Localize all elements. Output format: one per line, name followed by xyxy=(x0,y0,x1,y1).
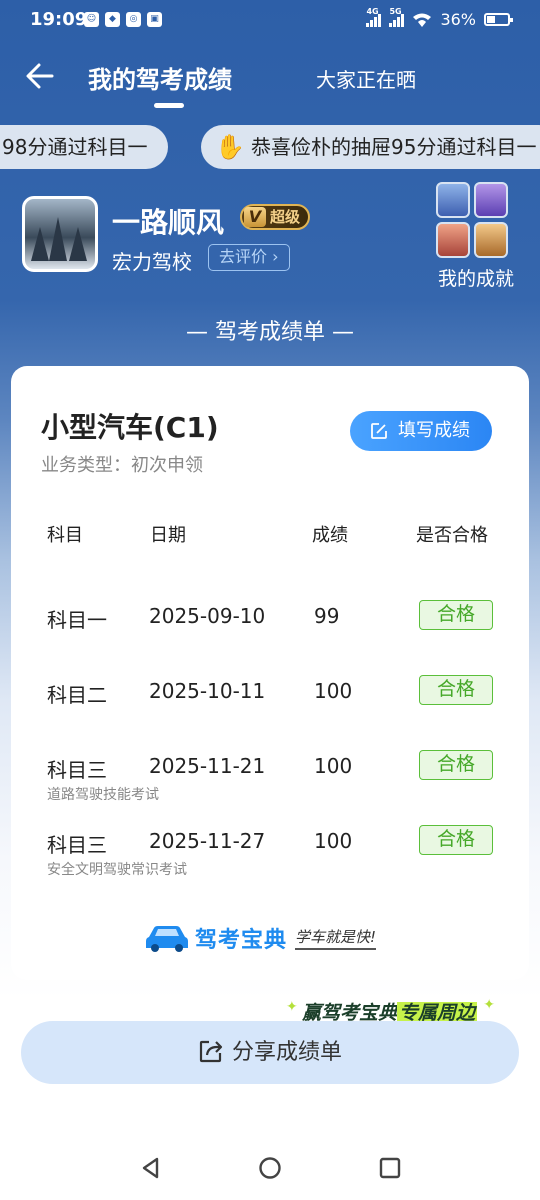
pass-badge: 合格 xyxy=(419,600,493,630)
my-achievements-button[interactable]: 我的成就 xyxy=(430,182,522,291)
row-subject: 科目二 xyxy=(47,683,107,707)
signal-5g-icon: 5G xyxy=(389,7,405,27)
achievement-medals xyxy=(434,182,510,260)
status-indicators: 4G 5G 36% xyxy=(366,7,513,29)
score-row: 科目二 2025-10-11 100 合格 xyxy=(11,675,529,739)
brand-name: 驾考宝典 xyxy=(195,928,288,953)
row-score: 100 xyxy=(314,754,353,778)
pass-badge: 合格 xyxy=(419,750,493,780)
back-arrow-icon[interactable] xyxy=(24,60,56,92)
sparkle-icon: ✦ xyxy=(286,999,298,1015)
tab-everyone-sharing[interactable]: 大家正在晒 xyxy=(316,64,416,93)
ticker-item: 98分通过科目一 xyxy=(0,125,168,169)
driving-school-name: 宏力驾校 xyxy=(112,250,192,274)
vip-level: 超级 xyxy=(270,208,301,226)
battery-percent: 36% xyxy=(440,10,476,29)
nav-back-icon[interactable] xyxy=(139,1156,163,1180)
medal-icon xyxy=(436,222,470,258)
column-header-score: 成绩 xyxy=(312,525,348,546)
score-row: 科目一 2025-09-10 99 合格 xyxy=(11,600,529,664)
row-date: 2025-10-11 xyxy=(149,679,266,703)
brand-slogan: 学车就是快! xyxy=(295,926,377,950)
tab-indicator xyxy=(154,103,184,108)
column-header-date: 日期 xyxy=(150,525,186,546)
achievements-label: 我的成就 xyxy=(437,268,514,290)
row-date: 2025-11-21 xyxy=(149,754,266,778)
rate-button-label: 去评价 xyxy=(219,247,268,266)
signal-4g-icon: 4G xyxy=(366,7,382,27)
chevron-right-icon: › xyxy=(267,247,279,266)
column-header-subject: 科目 xyxy=(47,525,83,546)
share-score-button[interactable]: 分享成绩单 xyxy=(21,1021,519,1084)
fill-score-button[interactable]: 填写成绩 xyxy=(350,411,492,451)
row-score: 100 xyxy=(314,679,353,703)
row-date: 2025-09-10 xyxy=(149,604,266,628)
row-note: 道路驾驶技能考试 xyxy=(47,787,159,803)
row-subject: 科目三 xyxy=(47,833,107,857)
pass-badge: 合格 xyxy=(419,675,493,705)
app-notification-icon: ☺ xyxy=(84,12,99,27)
row-score: 99 xyxy=(314,604,340,628)
sparkle-icon: ✦ xyxy=(483,997,496,1013)
row-note: 安全文明驾驶常识考试 xyxy=(47,862,187,878)
column-header-pass: 是否合格 xyxy=(416,525,488,546)
avatar[interactable] xyxy=(22,196,98,272)
medal-icon xyxy=(474,222,508,258)
business-type: 业务类型：初次申领 xyxy=(41,455,203,476)
clapping-hands-icon: ✋ xyxy=(215,133,245,161)
medal-icon xyxy=(436,182,470,218)
row-date: 2025-11-27 xyxy=(149,829,266,853)
score-row: 科目三 2025-11-27 100 合格 安全文明驾驶常识考试 xyxy=(11,825,529,889)
brand-logo: 驾考宝典 学车就是快! xyxy=(145,922,377,954)
row-subject: 科目三 xyxy=(47,758,107,782)
vip-badge: V 超级 xyxy=(240,204,310,230)
ticker-text: 恭喜俭朴的抽屉95分通过科目一 xyxy=(251,135,537,159)
app-notification-icon: ◆ xyxy=(105,12,120,27)
wifi-icon xyxy=(413,13,432,27)
vehicle-type: 小型汽车(C1) xyxy=(41,411,219,444)
nav-home-icon[interactable] xyxy=(258,1156,282,1180)
rate-school-button[interactable]: 去评价 › xyxy=(208,244,290,271)
username: 一路顺风 xyxy=(112,206,225,239)
ticker-text: 98分通过科目一 xyxy=(2,135,148,159)
medal-icon xyxy=(474,182,508,218)
battery-icon xyxy=(484,13,513,26)
car-logo-icon xyxy=(146,926,188,952)
system-navigation-bar xyxy=(0,1140,540,1200)
score-row: 科目三 2025-11-21 100 合格 道路驾驶技能考试 xyxy=(11,750,529,814)
edit-icon xyxy=(371,423,387,439)
share-label: 分享成绩单 xyxy=(231,1040,342,1065)
app-notification-icon: ◎ xyxy=(126,12,141,27)
status-bar: 19:09 ☺ ◆ ◎ ▣ 4G 5G 36% xyxy=(0,0,540,42)
nav-recents-icon[interactable] xyxy=(378,1156,402,1180)
row-subject: 科目一 xyxy=(47,608,107,632)
tab-my-scores[interactable]: 我的驾考成绩 xyxy=(88,60,232,95)
vip-icon: V xyxy=(244,207,266,227)
section-title: — 驾考成绩单 — xyxy=(186,320,354,345)
app-notification-icon: ▣ xyxy=(147,12,162,27)
status-time: 19:09 xyxy=(30,9,88,30)
row-score: 100 xyxy=(314,829,353,853)
ticker-item: ✋ 恭喜俭朴的抽屉95分通过科目一 xyxy=(201,125,540,169)
fill-score-label: 填写成绩 xyxy=(398,420,470,441)
pass-badge: 合格 xyxy=(419,825,493,855)
share-icon xyxy=(199,1040,223,1063)
notification-icons: ☺ ◆ ◎ ▣ xyxy=(84,12,162,27)
score-card: 小型汽车(C1) 业务类型：初次申领 填写成绩 科目 日期 成绩 是否合格 科目… xyxy=(11,366,529,980)
